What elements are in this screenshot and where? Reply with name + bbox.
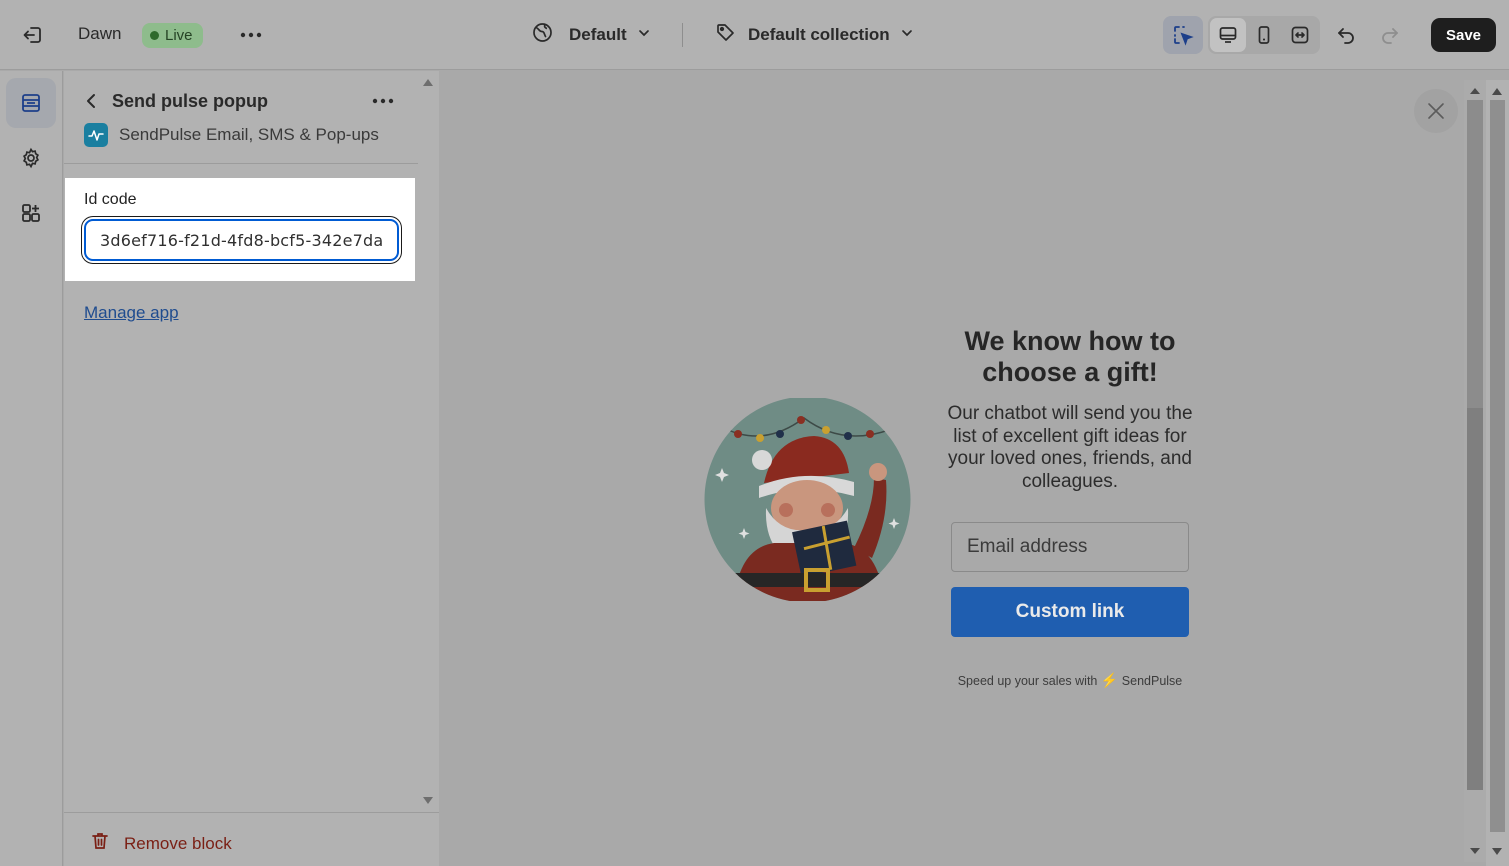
popup-email-input[interactable] bbox=[951, 522, 1189, 572]
sendpulse-app-icon bbox=[84, 123, 108, 147]
scroll-up-arrow-icon[interactable] bbox=[1470, 88, 1480, 94]
device-toggle-group bbox=[1208, 16, 1320, 54]
tag-icon bbox=[715, 22, 736, 48]
scroll-up-arrow-icon[interactable] bbox=[423, 79, 433, 86]
panel-footer: Remove block bbox=[64, 812, 439, 866]
settings-panel: Send pulse popup SendPulse Email, SMS & … bbox=[64, 71, 418, 866]
popup-description: Our chatbot will send you the list of ex… bbox=[947, 403, 1193, 492]
top-bar: Dawn Live Default Default collection Sav… bbox=[0, 0, 1509, 70]
globe-icon bbox=[532, 22, 553, 48]
redo-icon[interactable] bbox=[1374, 16, 1406, 54]
save-button[interactable]: Save bbox=[1431, 18, 1496, 52]
app-name: SendPulse Email, SMS & Pop-ups bbox=[119, 125, 379, 144]
back-icon[interactable] bbox=[80, 89, 102, 113]
block-title: Send pulse popup bbox=[112, 91, 268, 111]
page-scrollbar-thumb[interactable] bbox=[1490, 100, 1505, 832]
apps-icon[interactable] bbox=[6, 188, 56, 238]
exit-icon[interactable] bbox=[18, 20, 48, 50]
mobile-icon[interactable] bbox=[1246, 18, 1282, 52]
popup-footer: Speed up your sales with ⚡ SendPulse bbox=[945, 672, 1195, 689]
preview-scrollbar-thumb[interactable] bbox=[1467, 408, 1483, 790]
language-label: Default bbox=[569, 25, 627, 44]
popup-title: We know how to choose a gift! bbox=[964, 326, 1176, 387]
close-icon[interactable] bbox=[1414, 89, 1458, 133]
template-selector[interactable]: Default collection bbox=[715, 20, 914, 50]
panel-header: Send pulse popup SendPulse Email, SMS & … bbox=[64, 71, 418, 164]
sections-icon[interactable] bbox=[6, 78, 56, 128]
desktop-icon[interactable] bbox=[1210, 18, 1246, 52]
more-icon[interactable] bbox=[236, 20, 266, 50]
popup-footer-prefix: Speed up your sales with bbox=[957, 674, 1098, 688]
popup-custom-link-button[interactable]: Custom link bbox=[951, 587, 1189, 637]
trash-icon bbox=[90, 831, 110, 856]
status-badge-label: Live bbox=[165, 27, 193, 44]
status-dot-icon bbox=[150, 31, 159, 40]
lightning-icon: ⚡ bbox=[1100, 672, 1119, 688]
fullscreen-icon[interactable] bbox=[1282, 18, 1318, 52]
theme-name: Dawn bbox=[78, 24, 122, 43]
id-code-label: Id code bbox=[84, 191, 137, 208]
popup-footer-brand[interactable]: SendPulse bbox=[1122, 674, 1182, 688]
chevron-down-icon bbox=[637, 25, 651, 45]
settings-icon[interactable] bbox=[6, 133, 56, 183]
scroll-up-arrow-icon[interactable] bbox=[1492, 88, 1502, 95]
more-icon[interactable] bbox=[368, 88, 398, 114]
scroll-down-arrow-icon[interactable] bbox=[423, 797, 433, 804]
id-code-input[interactable] bbox=[84, 219, 399, 261]
scroll-down-arrow-icon[interactable] bbox=[1492, 848, 1502, 855]
panel-scrollbar[interactable] bbox=[418, 71, 439, 812]
template-label: Default collection bbox=[748, 25, 890, 44]
topbar-divider bbox=[682, 23, 683, 47]
status-badge: Live bbox=[142, 23, 203, 48]
remove-block-button[interactable]: Remove block bbox=[90, 831, 232, 856]
manage-app-link[interactable]: Manage app bbox=[84, 303, 179, 323]
left-rail bbox=[0, 71, 63, 866]
undo-icon[interactable] bbox=[1330, 16, 1362, 54]
language-selector[interactable]: Default bbox=[532, 20, 651, 50]
chevron-down-icon bbox=[900, 25, 914, 45]
remove-block-label: Remove block bbox=[124, 833, 232, 853]
scroll-down-arrow-icon[interactable] bbox=[1470, 848, 1480, 854]
santa-illustration bbox=[704, 396, 911, 603]
inspector-icon[interactable] bbox=[1163, 16, 1203, 54]
id-code-field-group: Id code bbox=[65, 178, 415, 281]
